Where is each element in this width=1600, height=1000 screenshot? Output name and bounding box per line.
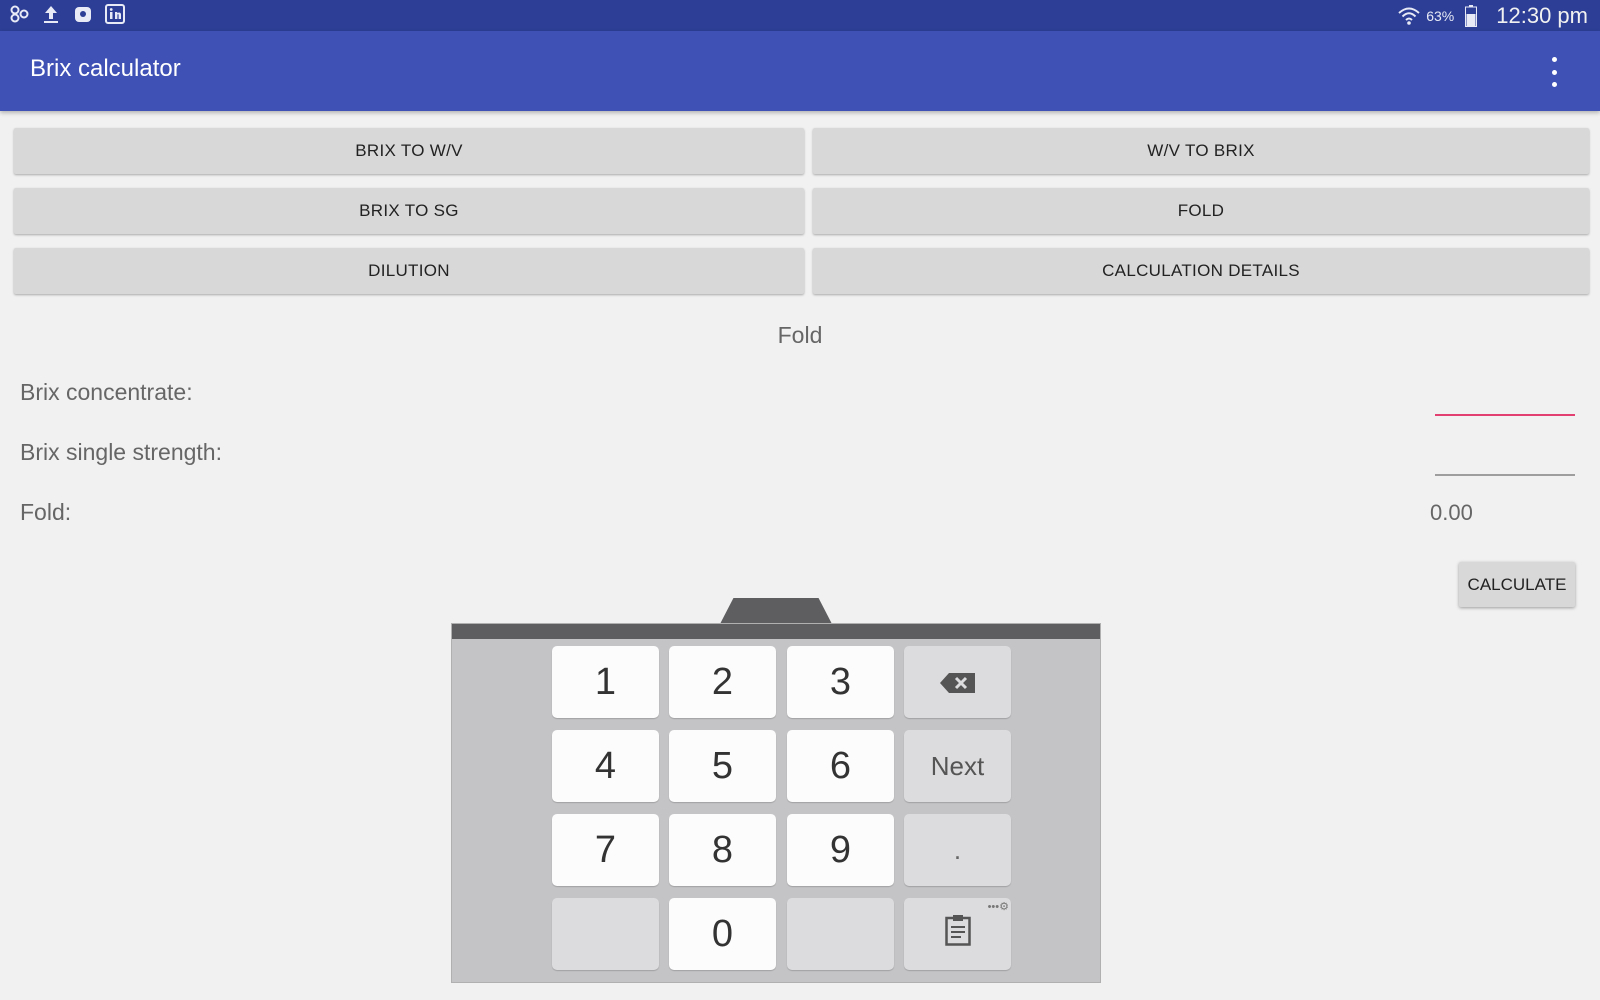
- overflow-menu-icon[interactable]: [1542, 57, 1566, 87]
- blank-key-right: [787, 898, 894, 970]
- key-8[interactable]: 8: [669, 814, 776, 886]
- app-title: Brix calculator: [30, 55, 181, 82]
- keyboard-drag-handle[interactable]: [720, 598, 832, 624]
- system-status: 63% 12:30 pm: [1398, 0, 1588, 31]
- fold-result-value: 0.00: [1430, 500, 1473, 525]
- notification-app-icon: [8, 3, 30, 25]
- status-bar: 63% 12:30 pm: [0, 0, 1600, 31]
- settings-dots-icon: •••⚙: [987, 901, 1009, 913]
- brix-to-sg-button[interactable]: BRIX TO SG: [14, 188, 804, 234]
- key-5[interactable]: 5: [669, 730, 776, 802]
- backspace-key[interactable]: [904, 646, 1011, 718]
- key-0[interactable]: 0: [669, 898, 776, 970]
- next-key[interactable]: Next: [904, 730, 1011, 802]
- brix-concentrate-label: Brix concentrate:: [20, 379, 193, 405]
- battery-icon: [1460, 4, 1482, 27]
- clipboard-key[interactable]: •••⚙: [904, 898, 1011, 970]
- media-icon: [72, 3, 94, 25]
- fold-button[interactable]: FOLD: [813, 188, 1589, 234]
- keypad-top-bar: [452, 624, 1100, 639]
- backspace-icon: [939, 661, 977, 704]
- app-bar: Brix calculator: [0, 31, 1600, 111]
- key-6[interactable]: 6: [787, 730, 894, 802]
- battery-percent: 63%: [1426, 7, 1455, 24]
- brix-to-wv-button[interactable]: BRIX TO W/V: [14, 128, 804, 174]
- dilution-button[interactable]: DILUTION: [14, 248, 804, 294]
- blank-key-left: [552, 898, 659, 970]
- section-title: Fold: [777, 322, 823, 348]
- key-4[interactable]: 4: [552, 730, 659, 802]
- key-1[interactable]: 1: [552, 646, 659, 718]
- brix-single-strength-input[interactable]: [1435, 474, 1575, 476]
- key-3[interactable]: 3: [787, 646, 894, 718]
- upload-icon: [40, 3, 62, 25]
- key-7[interactable]: 7: [552, 814, 659, 886]
- linkedin-icon: [104, 3, 126, 25]
- calculate-button[interactable]: CALCULATE: [1459, 562, 1575, 607]
- clipboard-icon: [944, 913, 971, 956]
- calculation-details-button[interactable]: CALCULATION DETAILS: [813, 248, 1589, 294]
- fold-label: Fold:: [20, 499, 72, 525]
- numeric-keypad: 1 2 3 4 5 6 Next 7 8 9 . 0 •••⚙: [451, 623, 1101, 983]
- wv-to-brix-button[interactable]: W/V TO BRIX: [813, 128, 1589, 174]
- clock: 12:30 pm: [1496, 2, 1588, 28]
- notification-icons: [8, 3, 126, 25]
- wifi-icon: [1398, 5, 1420, 27]
- brix-single-strength-label: Brix single strength:: [20, 439, 222, 465]
- key-9[interactable]: 9: [787, 814, 894, 886]
- brix-concentrate-input[interactable]: [1435, 414, 1575, 416]
- decimal-key[interactable]: .: [904, 814, 1011, 886]
- key-2[interactable]: 2: [669, 646, 776, 718]
